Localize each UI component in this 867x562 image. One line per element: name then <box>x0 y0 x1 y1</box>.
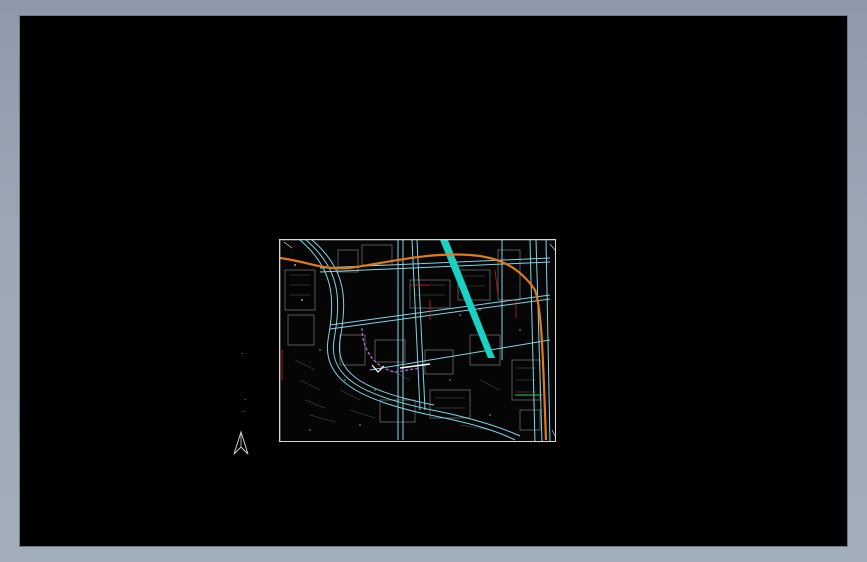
north-arrow-icon <box>233 430 249 455</box>
drawing-mark: · <box>241 350 244 358</box>
drawing-sheet[interactable] <box>279 239 556 442</box>
building-hatch <box>290 274 536 431</box>
site-plan-map <box>280 240 555 441</box>
drawing-mark: · <box>244 396 247 404</box>
drawing-mark: · <box>242 408 245 416</box>
drawing-viewport[interactable]: · · · <box>20 16 847 546</box>
